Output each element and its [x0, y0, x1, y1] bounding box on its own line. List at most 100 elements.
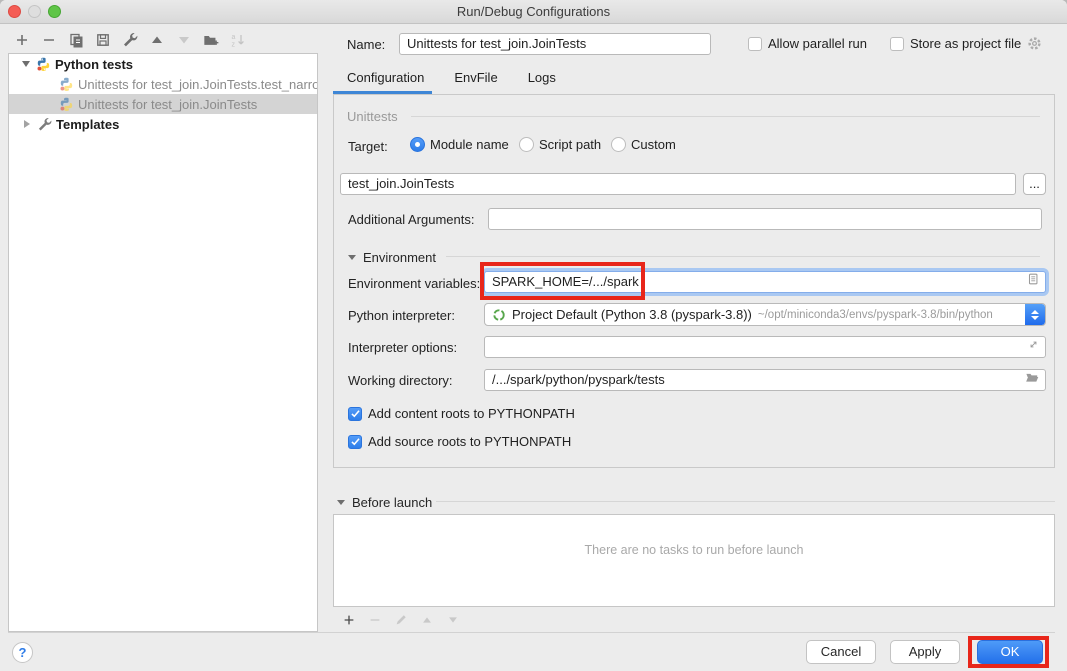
before-launch-tasks-list: There are no tasks to run before launch: [333, 514, 1055, 607]
custom-radio[interactable]: [611, 137, 626, 152]
copy-icon[interactable]: [68, 32, 84, 48]
environment-variables-field[interactable]: SPARK_HOME=/.../spark: [484, 271, 1046, 293]
store-as-project-file-label: Store as project file: [910, 36, 1021, 51]
python-test-config-icon: [59, 97, 74, 112]
module-name-label: Module name: [430, 137, 509, 152]
titlebar: Run/Debug Configurations: [0, 0, 1067, 24]
tree-item-unittests-test-narrow[interactable]: Unittests for test_join.JoinTests.test_n…: [9, 74, 317, 94]
custom-label: Custom: [631, 137, 676, 152]
environment-variables-value: SPARK_HOME=/.../spark: [492, 274, 639, 289]
tree-item-templates[interactable]: Templates: [9, 114, 317, 134]
move-task-down-icon: [445, 612, 461, 628]
close-window-button[interactable]: [8, 5, 21, 18]
apply-label: Apply: [909, 644, 942, 659]
python-tests-icon: [36, 57, 51, 72]
tasks-empty-message: There are no tasks to run before launch: [585, 543, 804, 557]
tab-envfile[interactable]: EnvFile: [454, 70, 497, 85]
before-launch-section-header[interactable]: Before launch: [337, 495, 432, 510]
python-interpreter-select[interactable]: Project Default (Python 3.8 (pyspark-3.8…: [484, 303, 1046, 326]
interpreter-path: ~/opt/miniconda3/envs/pyspark-3.8/bin/py…: [758, 309, 993, 321]
cancel-button[interactable]: Cancel: [806, 640, 876, 664]
store-as-project-file-checkbox[interactable]: [890, 37, 904, 51]
additional-arguments-label: Additional Arguments:: [348, 212, 474, 227]
working-directory-label: Working directory:: [348, 373, 453, 388]
help-button[interactable]: ?: [12, 642, 33, 663]
wrench-icon: [37, 117, 52, 132]
python-test-config-icon: [59, 77, 74, 92]
tree-item-python-tests[interactable]: Python tests: [9, 54, 317, 74]
allow-parallel-run-checkbox[interactable]: [748, 37, 762, 51]
interpreter-name: Project Default (Python 3.8 (pyspark-3.8…: [512, 307, 752, 322]
environment-variables-label: Environment variables:: [348, 276, 480, 291]
chevron-down-icon[interactable]: [348, 255, 356, 260]
browse-button[interactable]: ...: [1023, 173, 1046, 195]
name-label: Name:: [347, 37, 385, 52]
python-interpreter-label: Python interpreter:: [348, 308, 455, 323]
gear-icon[interactable]: [1027, 36, 1042, 51]
before-launch-toolbar: [341, 612, 461, 628]
group-title-line: [411, 116, 1040, 117]
script-path-radio[interactable]: [519, 137, 534, 152]
chevron-down-icon[interactable]: [337, 500, 345, 505]
target-value: test_join.JoinTests: [348, 176, 454, 191]
window-title: Run/Debug Configurations: [0, 0, 1067, 23]
add-content-roots-option[interactable]: Add content roots to PYTHONPATH: [348, 406, 575, 421]
module-name-radio[interactable]: [410, 137, 425, 152]
tree-item-label: Unittests for test_join.JoinTests: [78, 97, 257, 112]
save-icon[interactable]: [95, 32, 111, 48]
move-up-icon[interactable]: [149, 32, 165, 48]
environment-header-label: Environment: [363, 250, 436, 265]
interpreter-options-label: Interpreter options:: [348, 340, 457, 355]
add-icon[interactable]: [14, 32, 30, 48]
name-field[interactable]: Unittests for test_join.JoinTests: [399, 33, 711, 55]
working-directory-value: /.../spark/python/pyspark/tests: [492, 372, 665, 387]
zoom-window-button[interactable]: [48, 5, 61, 18]
edit-variables-icon[interactable]: [1026, 272, 1040, 293]
minimize-window-button: [28, 5, 41, 18]
tree-item-unittests-jointests[interactable]: Unittests for test_join.JoinTests: [9, 94, 317, 114]
configurations-toolbar: az: [14, 32, 246, 48]
add-source-roots-option[interactable]: Add source roots to PYTHONPATH: [348, 434, 571, 449]
tab-logs[interactable]: Logs: [528, 70, 556, 85]
add-task-icon[interactable]: [341, 612, 357, 628]
new-folder-icon[interactable]: [203, 32, 219, 48]
chevron-down-icon[interactable]: [22, 61, 30, 67]
config-tabs: Configuration EnvFile Logs: [347, 70, 556, 85]
target-label: Target:: [348, 139, 388, 154]
before-launch-header-label: Before launch: [352, 495, 432, 510]
target-radio-script-path[interactable]: Script path: [519, 137, 601, 152]
remove-task-icon: [367, 612, 383, 628]
add-content-roots-label: Add content roots to PYTHONPATH: [368, 406, 575, 421]
target-radio-custom[interactable]: Custom: [611, 137, 676, 152]
allow-parallel-run-option[interactable]: Allow parallel run: [748, 36, 867, 51]
environment-header-line: [446, 256, 1040, 257]
additional-arguments-field[interactable]: [488, 208, 1042, 230]
expand-field-icon[interactable]: [1027, 337, 1040, 357]
svg-text:a: a: [232, 34, 236, 41]
interpreter-env-icon: [492, 308, 506, 322]
add-source-roots-label: Add source roots to PYTHONPATH: [368, 434, 571, 449]
group-title: Unittests: [347, 109, 398, 124]
remove-icon[interactable]: [41, 32, 57, 48]
ok-button[interactable]: OK: [977, 640, 1043, 664]
add-content-roots-checkbox[interactable]: [348, 407, 362, 421]
tab-configuration[interactable]: Configuration: [347, 70, 424, 85]
configurations-tree: Python tests Unittests for test_join.Joi…: [8, 53, 318, 632]
edit-task-icon: [393, 612, 409, 628]
working-directory-field[interactable]: /.../spark/python/pyspark/tests: [484, 369, 1046, 391]
apply-button[interactable]: Apply: [890, 640, 960, 664]
interpreter-options-field[interactable]: [484, 336, 1046, 358]
add-source-roots-checkbox[interactable]: [348, 435, 362, 449]
ok-label: OK: [1001, 644, 1020, 659]
chevron-right-icon[interactable]: [24, 120, 30, 128]
before-launch-header-line: [436, 501, 1055, 502]
target-radio-module-name[interactable]: Module name: [410, 137, 509, 152]
sort-alphabetically-icon: az: [230, 32, 246, 48]
help-label: ?: [19, 645, 27, 660]
environment-section-header[interactable]: Environment: [348, 250, 436, 265]
store-as-project-file-option[interactable]: Store as project file: [890, 36, 1042, 51]
target-field[interactable]: test_join.JoinTests: [340, 173, 1016, 195]
edit-templates-icon[interactable]: [122, 32, 138, 48]
folder-icon[interactable]: [1025, 370, 1040, 390]
combo-chevrons-icon[interactable]: [1025, 304, 1045, 325]
